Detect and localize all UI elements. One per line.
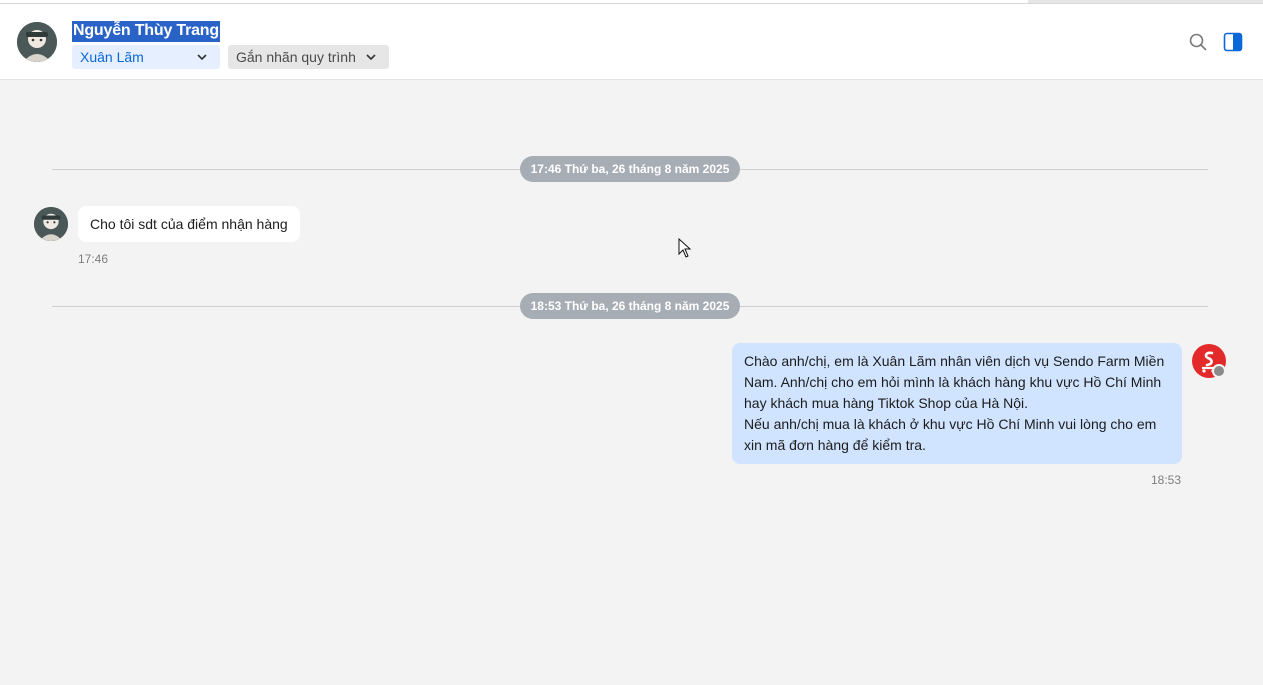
side-panel-icon[interactable] xyxy=(1223,32,1243,52)
incoming-message-bubble[interactable]: Cho tôi sdt của điểm nhận hàng xyxy=(78,206,300,242)
assignee-label: Xuân Lãm xyxy=(80,49,144,65)
chevron-down-icon xyxy=(366,54,376,61)
incoming-message-time: 17:46 xyxy=(78,252,109,266)
chat-header: Nguyễn Thùy Trang Xuân Lãm Gắn nhãn quy … xyxy=(0,4,1263,80)
message-line: hay khách mua hàng Tiktok Shop của Hà Nộ… xyxy=(744,395,1029,411)
top-shadow xyxy=(1028,0,1263,3)
assignee-select[interactable]: Xuân Lãm xyxy=(72,45,220,69)
sender-avatar[interactable] xyxy=(34,207,68,241)
contact-name[interactable]: Nguyễn Thùy Trang xyxy=(72,21,220,42)
message-line: Chào anh/chị, em là Xuân Lãm nhân viên d… xyxy=(744,353,1165,369)
mouse-cursor-icon xyxy=(678,238,692,258)
outgoing-message-bubble[interactable]: Chào anh/chị, em là Xuân Lãm nhân viên d… xyxy=(732,343,1182,464)
message-line: Nếu anh/chị mua là khách ở khu vực Hồ Ch… xyxy=(744,416,1157,432)
process-tag-select[interactable]: Gắn nhãn quy trình xyxy=(228,45,389,69)
message-line: Nam. Anh/chị cho em hỏi mình là khách hà… xyxy=(744,374,1162,390)
process-tag-label: Gắn nhãn quy trình xyxy=(236,49,356,65)
sender-avatar-image xyxy=(34,207,68,241)
chevron-down-icon xyxy=(197,54,207,61)
date-separator: 18:53 Thứ ba, 26 tháng 8 năm 2025 xyxy=(520,293,740,319)
contact-avatar-image xyxy=(17,22,57,62)
contact-avatar[interactable] xyxy=(17,22,57,62)
outgoing-message-time: 18:53 xyxy=(1151,473,1182,487)
date-separator: 17:46 Thứ ba, 26 tháng 8 năm 2025 xyxy=(520,156,740,182)
search-icon[interactable] xyxy=(1188,32,1208,52)
message-line: xin mã đơn hàng để kiểm tra. xyxy=(744,437,926,453)
status-badge xyxy=(1212,364,1226,378)
